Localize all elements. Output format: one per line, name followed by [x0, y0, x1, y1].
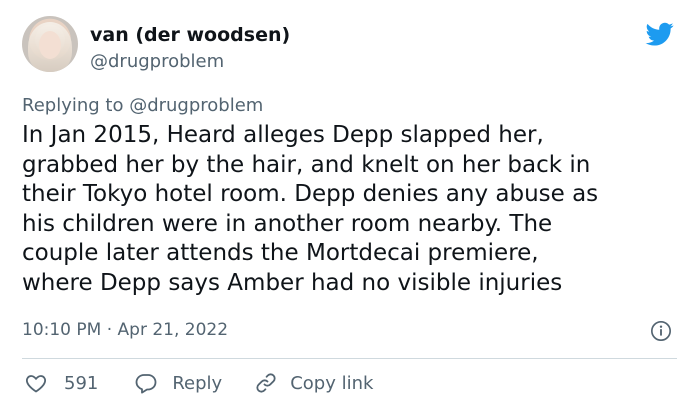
link-icon: [256, 373, 276, 393]
like-button[interactable]: 591: [22, 371, 98, 395]
tweet-line: where Depp says Amber had no visible inj…: [22, 269, 563, 296]
copy-link-label: Copy link: [290, 372, 374, 394]
twitter-bird-icon[interactable]: [643, 20, 677, 48]
divider: [22, 358, 677, 359]
avatar[interactable]: [22, 16, 78, 72]
avatar-face: [39, 31, 61, 59]
reply-label: Reply: [172, 372, 223, 394]
tweet-line: his children were in another room nearby…: [22, 210, 553, 237]
display-name[interactable]: van (der woodsen): [90, 23, 290, 47]
heart-icon: [26, 375, 46, 393]
tweet-line: In Jan 2015, Heard alleges Depp slapped …: [22, 122, 544, 148]
reply-bubble-icon: [135, 374, 157, 394]
tweet-line: their Tokyo hotel room. Depp denies any …: [22, 181, 599, 208]
tweet-line: grabbed her by the hair, and knelt on he…: [22, 151, 591, 178]
copy-link-button[interactable]: Copy link: [254, 371, 373, 395]
tweet-timestamp[interactable]: 10:10 PM · Apr 21, 2022: [22, 318, 228, 342]
tweet-text: In Jan 2015, Heard alleges Depp slapped …: [22, 121, 682, 299]
reply-button[interactable]: Reply: [134, 371, 222, 395]
user-handle[interactable]: @drugproblem: [90, 50, 224, 74]
tweet-actions: 591 Reply Copy link: [22, 370, 373, 396]
like-count: 591: [64, 372, 99, 394]
info-icon[interactable]: [650, 320, 672, 342]
tweet-line: couple later attends the Mortdecai premi…: [22, 240, 539, 267]
replying-to[interactable]: Replying to @drugproblem: [22, 94, 263, 118]
